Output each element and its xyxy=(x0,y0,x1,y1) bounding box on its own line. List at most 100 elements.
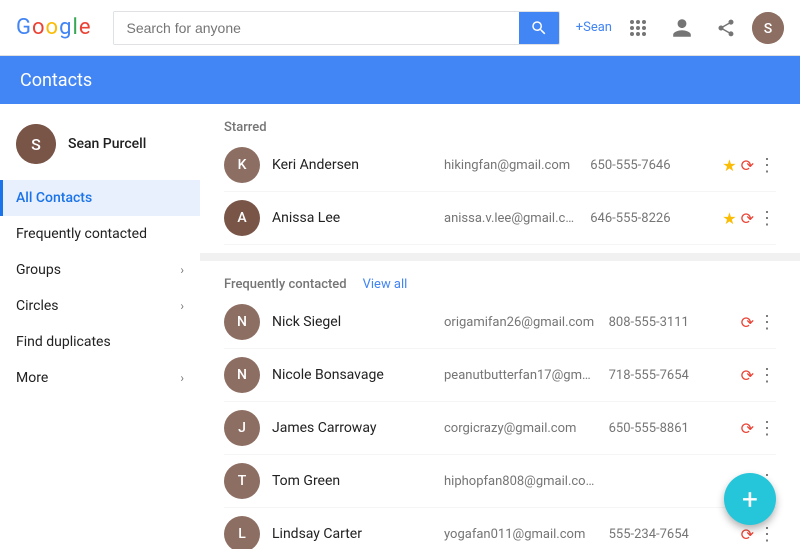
sidebar-item-find-duplicates[interactable]: Find duplicates xyxy=(0,324,200,360)
contact-phone: 650-555-7646 xyxy=(590,158,710,173)
contact-name: Keri Andersen xyxy=(272,157,432,173)
apps-button[interactable] xyxy=(620,10,656,46)
sidebar-item-label: Circles xyxy=(16,298,59,314)
search-icon xyxy=(530,19,548,37)
starred-section: Starred K Keri Andersen hikingfan@gmail.… xyxy=(200,104,800,253)
contact-actions: ⟳ ⋮ xyxy=(741,365,776,386)
table-row[interactable]: T Tom Green hiphopfan808@gmail.com ⟳ ⋮ xyxy=(224,455,776,508)
frequently-section: Frequently contacted View all N Nick Sie… xyxy=(200,261,800,549)
contact-actions: ⟳ ⋮ xyxy=(741,418,776,439)
topbar: Google +Sean xyxy=(0,0,800,56)
avatar: A xyxy=(224,200,260,236)
chevron-right-icon: › xyxy=(180,371,184,385)
content-area: Starred K Keri Andersen hikingfan@gmail.… xyxy=(200,104,800,549)
table-row[interactable]: A Anissa Lee anissa.v.lee@gmail.com 646-… xyxy=(224,192,776,245)
sidebar-item-frequently-contacted[interactable]: Frequently contacted xyxy=(0,216,200,252)
table-row[interactable]: L Lindsay Carter yogafan011@gmail.com 55… xyxy=(224,508,776,549)
sidebar-item-label: All Contacts xyxy=(16,190,92,206)
contact-name: Nick Siegel xyxy=(272,314,432,330)
star-icon[interactable]: ★ xyxy=(722,156,736,175)
contact-email: corgicrazy@gmail.com xyxy=(444,421,597,436)
add-contact-fab[interactable]: + xyxy=(724,473,776,525)
app-bar-title: Contacts xyxy=(20,70,92,91)
contact-phone: 718-555-7654 xyxy=(609,368,729,383)
contact-email: hikingfan@gmail.com xyxy=(444,158,578,173)
avatar: L xyxy=(224,516,260,549)
sidebar-nav: All Contacts Frequently contacted Groups… xyxy=(0,180,200,396)
plus-sean-link[interactable]: +Sean xyxy=(576,20,612,35)
sidebar-item-label: More xyxy=(16,370,48,386)
sidebar-item-all-contacts[interactable]: All Contacts xyxy=(0,180,200,216)
svg-text:S: S xyxy=(764,21,772,37)
more-options-icon[interactable]: ⋮ xyxy=(758,524,776,545)
more-options-icon[interactable]: ⋮ xyxy=(758,365,776,386)
table-row[interactable]: N Nicole Bonsavage peanutbutterfan17@gma… xyxy=(224,349,776,402)
contact-name: Tom Green xyxy=(272,473,432,489)
star-icon[interactable]: ★ xyxy=(722,209,736,228)
view-all-link[interactable]: View all xyxy=(363,277,408,292)
table-row[interactable]: J James Carroway corgicrazy@gmail.com 65… xyxy=(224,402,776,455)
google-contact-icon[interactable]: ⟳ xyxy=(741,366,754,385)
search-bar[interactable] xyxy=(113,11,559,45)
more-options-icon[interactable]: ⋮ xyxy=(758,418,776,439)
contact-phone: 555-234-7654 xyxy=(609,527,729,542)
contact-email: hiphopfan808@gmail.com xyxy=(444,474,597,489)
topbar-right: +Sean S xyxy=(576,10,784,46)
contact-name: Nicole Bonsavage xyxy=(272,367,432,383)
table-row[interactable]: K Keri Andersen hikingfan@gmail.com 650-… xyxy=(224,139,776,192)
frequently-section-header: Frequently contacted View all xyxy=(224,277,776,292)
contact-actions: ★ ⟳ ⋮ xyxy=(722,208,776,229)
contact-actions: ⟳ ⋮ xyxy=(741,312,776,333)
contact-actions: ⟳ ⋮ xyxy=(741,524,776,545)
sidebar-item-circles[interactable]: Circles › xyxy=(0,288,200,324)
sidebar-username: Sean Purcell xyxy=(68,136,146,152)
avatar: K xyxy=(224,147,260,183)
person-icon xyxy=(671,17,693,39)
table-row[interactable]: N Nick Siegel origamifan26@gmail.com 808… xyxy=(224,296,776,349)
grid-icon xyxy=(630,20,646,36)
contact-actions: ★ ⟳ ⋮ xyxy=(722,155,776,176)
app-bar: Contacts xyxy=(0,56,800,104)
google-contact-icon[interactable]: ⟳ xyxy=(741,156,754,175)
more-options-icon[interactable]: ⋮ xyxy=(758,155,776,176)
sidebar-item-label: Find duplicates xyxy=(16,334,111,350)
chevron-right-icon: › xyxy=(180,263,184,277)
user-avatar[interactable]: S xyxy=(752,12,784,44)
more-options-icon[interactable]: ⋮ xyxy=(758,208,776,229)
contact-email: anissa.v.lee@gmail.com xyxy=(444,211,578,226)
contact-email: yogafan011@gmail.com xyxy=(444,527,597,542)
contact-name: Anissa Lee xyxy=(272,210,432,226)
frequently-section-title: Frequently contacted xyxy=(224,277,347,292)
starred-contact-list: K Keri Andersen hikingfan@gmail.com 650-… xyxy=(224,139,776,245)
contact-name: James Carroway xyxy=(272,420,432,436)
google-contact-icon[interactable]: ⟳ xyxy=(741,209,754,228)
contact-email: origamifan26@gmail.com xyxy=(444,315,597,330)
avatar: N xyxy=(224,304,260,340)
chevron-right-icon: › xyxy=(180,299,184,313)
sidebar-item-label: Groups xyxy=(16,262,61,278)
google-contact-icon[interactable]: ⟳ xyxy=(741,419,754,438)
contact-phone: 650-555-8861 xyxy=(609,421,729,436)
google-contact-icon[interactable]: ⟳ xyxy=(741,525,754,544)
account-button[interactable] xyxy=(664,10,700,46)
sidebar-item-more[interactable]: More › xyxy=(0,360,200,396)
search-button[interactable] xyxy=(519,11,559,45)
search-input[interactable] xyxy=(114,12,518,44)
starred-section-header: Starred xyxy=(224,120,776,135)
starred-section-title: Starred xyxy=(224,120,267,135)
avatar: J xyxy=(224,410,260,446)
section-divider xyxy=(200,253,800,261)
user-photo: S xyxy=(752,12,784,44)
avatar: T xyxy=(224,463,260,499)
main-layout: S Sean Purcell All Contacts Frequently c… xyxy=(0,104,800,549)
google-contact-icon[interactable]: ⟳ xyxy=(741,313,754,332)
contact-phone: 808-555-3111 xyxy=(609,315,729,330)
frequently-contact-list: N Nick Siegel origamifan26@gmail.com 808… xyxy=(224,296,776,549)
sidebar-item-groups[interactable]: Groups › xyxy=(0,252,200,288)
sidebar: S Sean Purcell All Contacts Frequently c… xyxy=(0,104,200,549)
sidebar-item-label: Frequently contacted xyxy=(16,226,147,242)
share-button[interactable] xyxy=(708,10,744,46)
contact-name: Lindsay Carter xyxy=(272,526,432,542)
more-options-icon[interactable]: ⋮ xyxy=(758,312,776,333)
sidebar-user: S Sean Purcell xyxy=(0,116,200,180)
